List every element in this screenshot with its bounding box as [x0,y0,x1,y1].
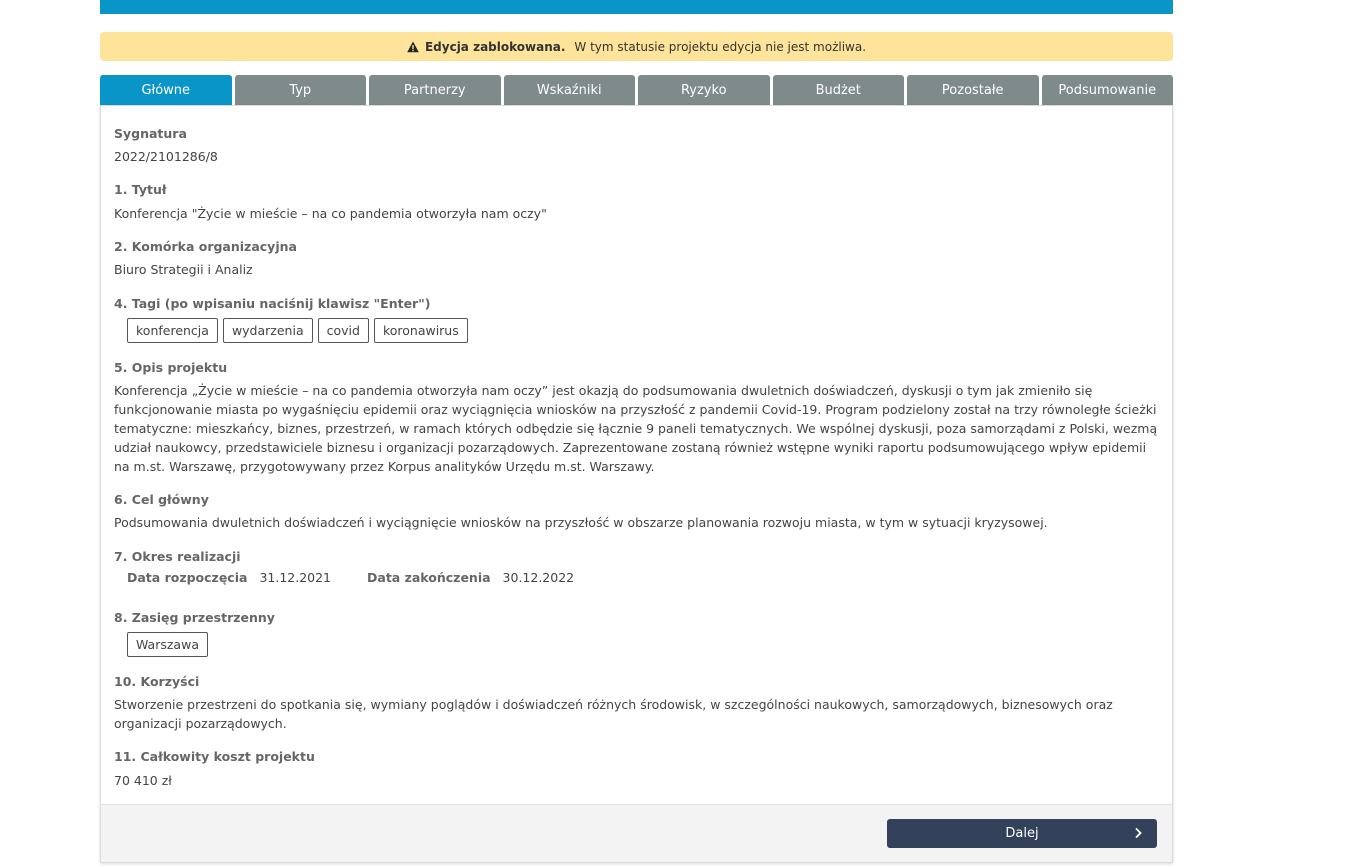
top-header-bar [100,0,1173,14]
description-line: tematyczne: mieszkańcy, biznes, przestrz… [114,421,1158,436]
description-line: udział naukowcy, przedstawiciele biznesu… [114,440,1147,455]
tab-wskazniki[interactable]: Wskaźniki [503,75,635,105]
panel-footer: Dalej [101,804,1172,862]
signature-value: 2022/2101286/8 [114,149,218,164]
tag-item[interactable]: wydarzenia [222,318,313,343]
goal-value: Podsumowania dwuletnich doświadczeń i wy… [114,515,1048,530]
title-label: 1. Tytuł [114,182,167,197]
end-date-label: Data zakończenia [367,570,491,585]
tab-glowne[interactable]: Główne [100,75,232,105]
tab-budzet[interactable]: Budżet [772,75,904,105]
unit-label: 2. Komórka organizacyjna [114,239,297,254]
goal-label: 6. Cel główny [114,492,209,507]
tab-partnerzy[interactable]: Partnerzy [369,75,501,105]
next-button-label: Dalej [1005,826,1039,841]
period-dates: Data rozpoczęcia 31.12.2021 Data zakończ… [127,570,610,585]
start-date-value: 31.12.2021 [259,570,332,585]
tag-item[interactable]: koronawirus [373,318,468,343]
title-value: Konferencja "Życie w mieście – na co pan… [114,206,547,221]
range-tag-item[interactable]: Warszawa [127,632,208,657]
tags-label: 4. Tagi (po wpisaniu naciśnij klawisz "E… [114,296,431,311]
description-label: 5. Opis projektu [114,360,228,375]
tab-ryzyko[interactable]: Ryzyko [638,75,770,105]
tab-pozostale[interactable]: Pozostałe [907,75,1039,105]
range-tags-list: Warszawa [127,632,208,657]
project-tabs: Główne Typ Partnerzy Wskaźniki Ryzyko Bu… [100,75,1173,105]
unit-value: Biuro Strategii i Analiz [114,262,253,277]
description-line: Konferencja „Życie w mieście – na co pan… [114,383,1093,398]
warning-icon [407,41,419,53]
tab-typ[interactable]: Typ [234,75,366,105]
edit-locked-alert: Edycja zablokowana. W tym statusie proje… [100,32,1173,61]
benefits-line: organizacji pozarządowych. [114,716,287,731]
start-date-label: Data rozpoczęcia [127,570,248,585]
cost-label: 11. Całkowity koszt projektu [114,749,315,764]
alert-title: Edycja zablokowana. [424,39,566,54]
chevron-right-icon [1133,827,1143,839]
tab-podsumowanie[interactable]: Podsumowanie [1041,75,1173,105]
description-line: na m.st. Warszawę, przygotowywany przez … [114,459,655,474]
tag-item[interactable]: konferencja [127,318,218,343]
description-line: funkcjonowanie miasta po wygaśnięciu epi… [114,402,1157,417]
end-date-value: 30.12.2022 [502,570,575,585]
range-label: 8. Zasięg przestrzenny [114,610,275,625]
project-main-panel: Sygnatura 2022/2101286/8 1. Tytuł Konfer… [100,105,1173,863]
tag-item[interactable]: covid [317,318,369,343]
next-button[interactable]: Dalej [887,819,1157,848]
period-label: 7. Okres realizacji [114,549,241,564]
benefits-label: 10. Korzyści [114,674,200,689]
alert-message: W tym statusie projektu edycja nie jest … [574,39,867,54]
cost-value: 70 410 zł [114,773,172,788]
tags-list: konferencja wydarzenia covid koronawirus [127,318,468,343]
signature-label: Sygnatura [114,126,187,141]
benefits-line: Stworzenie przestrzeni do spotkania się,… [114,697,1113,712]
